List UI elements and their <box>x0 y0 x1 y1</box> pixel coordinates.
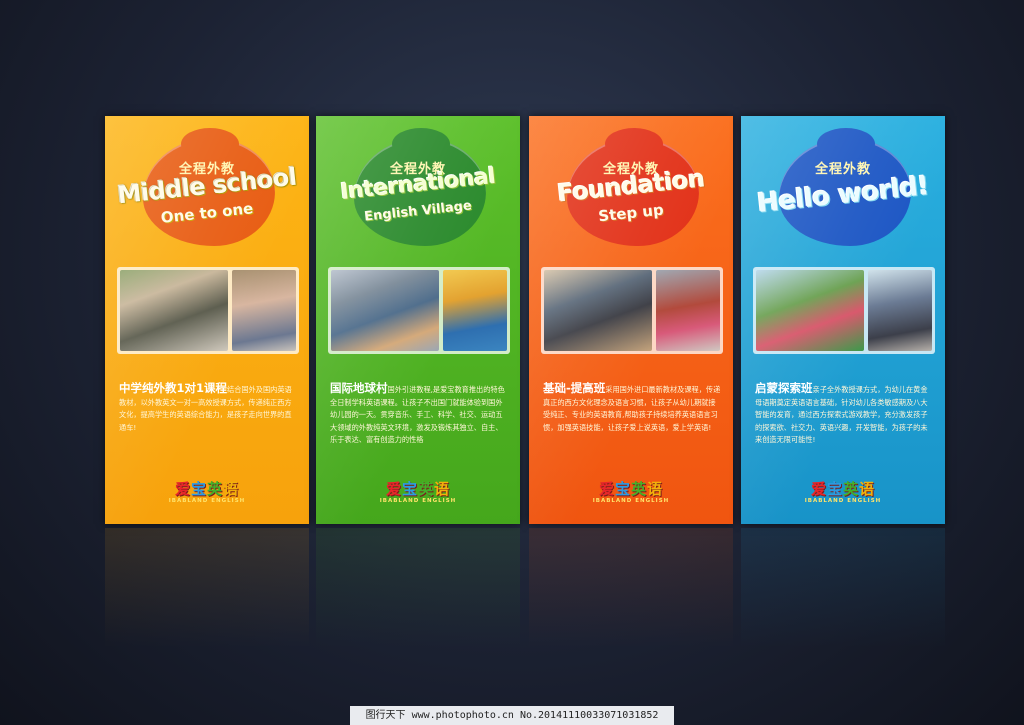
logo-char: 英 <box>418 480 435 498</box>
course-heading: 中学纯外教1对1课程 <box>119 381 228 395</box>
photo-strip <box>541 267 723 354</box>
class-photo <box>443 270 507 351</box>
logo-char: 宝 <box>401 480 418 498</box>
class-photo <box>120 270 228 351</box>
logo-english: IBABLAND ENGLISH <box>168 498 246 504</box>
brand-logo: 爱宝英语 IBABLAND ENGLISH <box>741 478 945 504</box>
class-photo <box>656 270 720 351</box>
logo-char: 英 <box>207 480 224 498</box>
logo-char: 宝 <box>826 480 843 498</box>
class-photo <box>868 270 932 351</box>
brand-logo: 爱宝英语 IBABLAND ENGLISH <box>529 478 733 504</box>
logo-english: IBABLAND ENGLISH <box>804 498 882 504</box>
logo-english: IBABLAND ENGLISH <box>379 498 457 504</box>
poster-hello-world: 全程外教 Hello world! 启蒙探索班亲子全外教授课方式，为幼儿在黄金母… <box>741 116 945 524</box>
poster-middle-school: 全程外教 Middle school One to one 中学纯外教1对1课程… <box>105 116 309 524</box>
logo-char: 语 <box>223 480 240 498</box>
poster-description: 基础-提高班采用国外进口最新教材及课程，传递真正的西方文化理念及语言习惯，让孩子… <box>543 382 721 434</box>
poster-description: 启蒙探索班亲子全外教授课方式，为幼儿在黄金母语期奠定英语语言基础，针对幼儿各类敏… <box>755 382 933 447</box>
logo-char: 宝 <box>614 480 631 498</box>
course-heading: 基础-提高班 <box>543 381 606 395</box>
logo-char: 英 <box>631 480 648 498</box>
brand-logo: 爱宝英语 IBABLAND ENGLISH <box>316 478 520 504</box>
logo-english: IBABLAND ENGLISH <box>592 498 670 504</box>
photo-strip <box>117 267 299 354</box>
poster-international-village: 全程外教 International English Village 国际地球村… <box>316 116 520 524</box>
panel-reflection <box>741 528 945 648</box>
class-photo <box>544 270 652 351</box>
logo-char: 爱 <box>385 480 402 498</box>
logo-char: 爱 <box>598 480 615 498</box>
logo-char: 语 <box>434 480 451 498</box>
logo-char: 语 <box>859 480 876 498</box>
logo-char: 英 <box>843 480 860 498</box>
class-photo <box>756 270 864 351</box>
course-heading: 启蒙探索班 <box>755 381 813 395</box>
panel-reflection <box>316 528 520 648</box>
brand-logo: 爱宝英语 IBABLAND ENGLISH <box>105 478 309 504</box>
logo-char: 爱 <box>174 480 191 498</box>
poster-foundation: 全程外教 Foundation Step up 基础-提高班采用国外进口最新教材… <box>529 116 733 524</box>
watermark-footer: 图行天下 www.photophoto.cn No.20141110033071… <box>350 706 674 725</box>
logo-char: 宝 <box>190 480 207 498</box>
panel-reflection <box>105 528 309 648</box>
photo-strip <box>328 267 510 354</box>
photo-strip <box>753 267 935 354</box>
logo-char: 语 <box>647 480 664 498</box>
class-photo <box>331 270 439 351</box>
logo-char: 爱 <box>810 480 827 498</box>
poster-description: 国际地球村国外引进教程,是爱宝教育推出的特色全日制学科英语课程。让孩子不出国门就… <box>330 382 508 447</box>
class-photo <box>232 270 296 351</box>
poster-description: 中学纯外教1对1课程结合国外及国内英语教材，以外教英文一对一高效授课方式，传递纯… <box>119 382 297 434</box>
course-heading: 国际地球村 <box>330 381 388 395</box>
panel-reflection <box>529 528 733 648</box>
